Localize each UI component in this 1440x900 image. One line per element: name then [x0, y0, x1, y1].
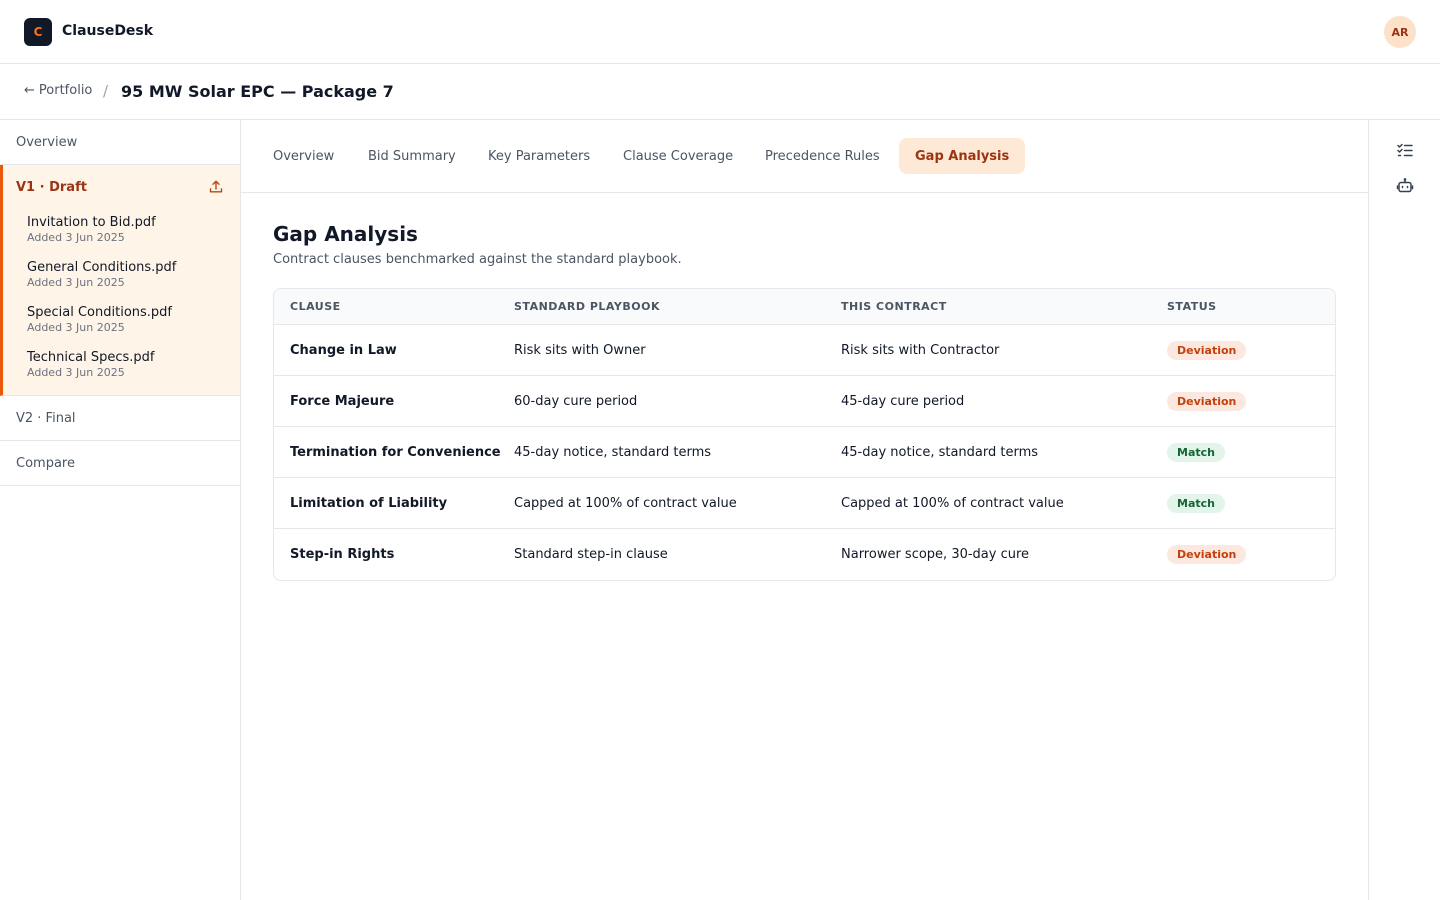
- document-item[interactable]: Special Conditions.pdf Added 3 Jun 2025: [3, 299, 240, 344]
- back-link-label: Portfolio: [38, 83, 93, 98]
- sidebar-section-v2-final: V2 · Final: [0, 396, 240, 441]
- document-name: Special Conditions.pdf: [27, 305, 172, 320]
- document-name: Technical Specs.pdf: [27, 350, 155, 365]
- page-title: 95 MW Solar EPC — Package 7: [121, 82, 394, 101]
- main-content: Overview Bid Summary Key Parameters Clau…: [241, 120, 1368, 900]
- breadcrumb-separator: /: [103, 82, 109, 100]
- clause-name: Limitation of Liability: [290, 495, 448, 511]
- tab-precedence-rules[interactable]: Precedence Rules: [749, 138, 896, 174]
- document-added-date: Added 3 Jun 2025: [27, 231, 125, 244]
- sidebar-item-overview[interactable]: Overview: [0, 120, 240, 164]
- standard-playbook-value: 60-day cure period: [514, 393, 638, 409]
- document-name: Invitation to Bid.pdf: [27, 215, 156, 230]
- table-row[interactable]: Force Majeure 60-day cure period 45-day …: [274, 376, 1335, 427]
- column-header-contract: THIS CONTRACT: [841, 300, 947, 313]
- clause-name: Step-in Rights: [290, 547, 395, 562]
- document-item[interactable]: Invitation to Bid.pdf Added 3 Jun 2025: [3, 209, 240, 254]
- column-header-status: STATUS: [1167, 300, 1217, 313]
- contract-value: 45-day cure period: [841, 393, 965, 409]
- sidebar-section-v1-draft: V1 · Draft Invitation to Bid.pdf Added 3…: [0, 165, 240, 396]
- column-header-standard: STANDARD PLAYBOOK: [514, 300, 660, 313]
- tab-overview[interactable]: Overview: [257, 138, 350, 174]
- sidebar-section-compare: Compare: [0, 441, 240, 486]
- top-bar: C ClauseDesk AR: [0, 0, 1440, 64]
- checklist-icon[interactable]: [1396, 141, 1414, 159]
- gap-analysis-table: CLAUSE STANDARD PLAYBOOK THIS CONTRACT S…: [273, 288, 1336, 581]
- tab-bid-summary[interactable]: Bid Summary: [352, 138, 472, 174]
- arrow-left-icon: ←: [24, 83, 35, 98]
- contract-value: Narrower scope, 30-day cure: [841, 547, 1030, 562]
- app-logo[interactable]: C: [24, 18, 52, 46]
- sidebar-item-v1-draft[interactable]: V1 · Draft: [3, 165, 240, 209]
- sidebar-item-compare[interactable]: Compare: [0, 441, 240, 485]
- robot-icon[interactable]: [1396, 177, 1414, 195]
- contract-value: 45-day notice, standard terms: [841, 444, 1039, 460]
- user-avatar[interactable]: AR: [1384, 16, 1416, 48]
- clause-name: Force Majeure: [290, 393, 395, 409]
- table-row[interactable]: Step-in Rights Standard step-in clause N…: [274, 529, 1335, 580]
- table-row[interactable]: Limitation of Liability Capped at 100% o…: [274, 478, 1335, 529]
- document-added-date: Added 3 Jun 2025: [27, 321, 125, 334]
- standard-playbook-value: Risk sits with Owner: [514, 342, 646, 358]
- clause-name: Change in Law: [290, 342, 397, 358]
- document-item[interactable]: Technical Specs.pdf Added 3 Jun 2025: [3, 344, 240, 389]
- document-list: Invitation to Bid.pdf Added 3 Jun 2025 G…: [3, 209, 240, 395]
- section-title: Gap Analysis: [273, 222, 418, 246]
- tab-gap-analysis[interactable]: Gap Analysis: [899, 138, 1026, 174]
- standard-playbook-value: 45-day notice, standard terms: [514, 444, 712, 460]
- status-badge: Match: [1167, 493, 1225, 513]
- document-name: General Conditions.pdf: [27, 260, 177, 275]
- table-row[interactable]: Termination for Convenience 45-day notic…: [274, 427, 1335, 478]
- standard-playbook-value: Capped at 100% of contract value: [514, 495, 737, 511]
- contract-value: Capped at 100% of contract value: [841, 495, 1064, 511]
- app-name[interactable]: ClauseDesk: [62, 23, 153, 39]
- right-tool-rail: [1368, 120, 1440, 900]
- status-badge: Deviation: [1167, 545, 1247, 564]
- tab-clause-coverage[interactable]: Clause Coverage: [607, 138, 749, 174]
- breadcrumb: ← Portfolio / 95 MW Solar EPC — Package …: [0, 64, 1440, 120]
- status-badge: Deviation: [1167, 391, 1247, 411]
- status-badge: Match: [1167, 442, 1225, 462]
- table-row[interactable]: Change in Law Risk sits with Owner Risk …: [274, 325, 1335, 376]
- document-item[interactable]: General Conditions.pdf Added 3 Jun 2025: [3, 254, 240, 299]
- section-subtitle: Contract clauses benchmarked against the…: [273, 252, 682, 267]
- tab-bar: Overview Bid Summary Key Parameters Clau…: [241, 120, 1368, 193]
- sidebar-section-overview: Overview: [0, 120, 240, 165]
- back-to-portfolio-link[interactable]: ← Portfolio: [24, 83, 92, 98]
- sidebar-item-v2-final[interactable]: V2 · Final: [0, 396, 240, 440]
- standard-playbook-value: Standard step-in clause: [514, 547, 668, 562]
- sidebar: Overview V1 · Draft Invitation to Bid.pd…: [0, 120, 241, 900]
- document-added-date: Added 3 Jun 2025: [27, 276, 125, 289]
- document-added-date: Added 3 Jun 2025: [27, 366, 125, 379]
- column-header-clause: CLAUSE: [290, 300, 341, 313]
- status-badge: Deviation: [1167, 340, 1247, 360]
- tab-key-parameters[interactable]: Key Parameters: [472, 138, 606, 174]
- upload-icon[interactable]: [208, 179, 224, 195]
- table-header-row: CLAUSE STANDARD PLAYBOOK THIS CONTRACT S…: [274, 289, 1335, 325]
- clause-name: Termination for Convenience: [290, 444, 501, 460]
- contract-value: Risk sits with Contractor: [841, 342, 1000, 358]
